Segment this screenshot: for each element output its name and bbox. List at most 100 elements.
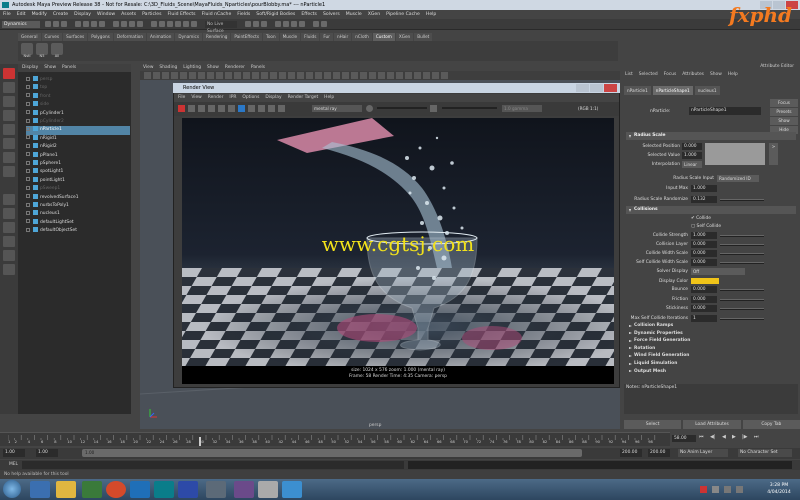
status-tool-20-icon[interactable]	[261, 21, 267, 27]
move-tool-icon[interactable]	[3, 110, 15, 121]
load-attributes-button[interactable]: Load Attributes	[683, 420, 741, 429]
taskbar-app-8-icon[interactable]	[206, 481, 226, 498]
viewport-tool-9-icon[interactable]	[216, 72, 223, 79]
hypershade-layout-icon[interactable]	[3, 250, 15, 261]
render-menu-render[interactable]: Render	[208, 94, 224, 102]
character-set-dropdown[interactable]: No Character Set	[738, 449, 792, 457]
status-tool-6-icon[interactable]	[91, 21, 97, 27]
status-tool-8-icon[interactable]	[113, 21, 119, 27]
viewport-tool-4-icon[interactable]	[171, 72, 178, 79]
step-back-icon[interactable]: ◀|	[710, 434, 716, 440]
render-minimize-button[interactable]	[576, 84, 589, 92]
attr-tab-nucleus1[interactable]: nucleus1	[694, 86, 720, 95]
render-close-button[interactable]	[604, 84, 617, 92]
outliner-item[interactable]: nRigid1	[26, 134, 130, 144]
status-tool-26-icon[interactable]	[321, 21, 327, 27]
viewport-tool-11-icon[interactable]	[234, 72, 241, 79]
alpha-channel-icon[interactable]	[238, 105, 245, 112]
playback-end-field[interactable]: 200.00	[620, 449, 642, 457]
menu-set-selector[interactable]: Dynamics	[2, 21, 40, 28]
attr-tab-nparticle1[interactable]: nParticle1	[624, 86, 651, 95]
viewport-tool-27-icon[interactable]	[378, 72, 385, 79]
step-forward-icon[interactable]: |▶	[742, 434, 748, 440]
collision-attr-slider[interactable]	[720, 235, 764, 237]
media-taskbar-icon[interactable]	[82, 481, 102, 498]
go-to-start-icon[interactable]: ⏮	[699, 434, 704, 440]
shelf-tab-dynamics[interactable]: Dynamics	[175, 33, 203, 41]
radius-scale-randomize-field[interactable]: 0.132	[691, 196, 717, 203]
viewport-tool-34-icon[interactable]	[441, 72, 448, 79]
selected-value-field[interactable]: 1.000	[682, 152, 702, 159]
solver-display-dropdown[interactable]: Off	[691, 268, 745, 275]
outliner-menu-display[interactable]: Display	[22, 64, 38, 72]
shelf-tab-muscle[interactable]: Muscle	[279, 33, 301, 41]
shelf-tab-animation[interactable]: Animation	[147, 33, 175, 41]
volume-icon[interactable]	[736, 486, 743, 493]
collision-attr-field[interactable]: 0.000	[691, 259, 717, 266]
expand-toggle-icon[interactable]	[26, 177, 30, 182]
viewport-tool-19-icon[interactable]	[306, 72, 313, 79]
outliner-item[interactable]: pointLight1	[26, 176, 130, 186]
status-tool-22-icon[interactable]	[283, 21, 289, 27]
shelf-tab-bullet[interactable]: Bullet	[414, 33, 433, 41]
photoshop-taskbar-icon[interactable]	[178, 481, 198, 498]
tray-arrow-icon[interactable]	[712, 486, 719, 493]
four-pane-layout-icon[interactable]	[3, 208, 15, 219]
display-color-swatch[interactable]	[691, 278, 719, 284]
attr-menu-help[interactable]: Help	[728, 71, 738, 79]
menu-edit[interactable]: Edit	[17, 10, 26, 19]
play-forward-icon[interactable]: ▶	[732, 434, 736, 440]
radius-scale-ramp[interactable]	[705, 143, 765, 165]
show-button[interactable]: Show	[770, 117, 798, 125]
shelf-tab-xgen[interactable]: XGen	[395, 33, 414, 41]
viewport-tool-29-icon[interactable]	[396, 72, 403, 79]
renderer-dropdown[interactable]: mental ray	[312, 105, 362, 112]
menu-display[interactable]: Display	[74, 10, 91, 19]
expand-toggle-icon[interactable]	[26, 84, 30, 89]
menu-file[interactable]: File	[3, 10, 11, 19]
collision-attr-field[interactable]: 0.000	[691, 286, 717, 293]
menu-fields[interactable]: Fields	[237, 10, 250, 19]
end-time-field[interactable]: 200.00	[648, 449, 670, 457]
outliner-item[interactable]: defaultObjectSet	[26, 227, 130, 236]
outlook-taskbar-icon[interactable]	[130, 481, 150, 498]
select-tool-icon[interactable]	[3, 68, 15, 79]
menu-solvers[interactable]: Solvers	[323, 10, 340, 19]
paint-select-tool-icon[interactable]	[3, 96, 15, 107]
menu-fluid-effects[interactable]: Fluid Effects	[167, 10, 195, 19]
taskbar-app-10-icon[interactable]	[258, 481, 278, 498]
collision-attr-slider[interactable]	[720, 289, 764, 291]
status-tool-11-icon[interactable]	[137, 21, 143, 27]
status-tool-4-icon[interactable]	[75, 21, 81, 27]
outliner-item[interactable]: pCylinder2	[26, 118, 130, 127]
collision-attr-field[interactable]: 0.000	[691, 241, 717, 248]
viewport-menu-renderer[interactable]: Renderer	[225, 64, 245, 71]
gamma-dropdown[interactable]: 1.0 gamma	[502, 105, 542, 112]
outliner-layout-icon[interactable]	[3, 222, 15, 233]
attr-tab-nparticleshape1[interactable]: nParticleShape1	[652, 86, 693, 95]
expand-toggle-icon[interactable]	[26, 160, 30, 165]
collision-attr-field[interactable]: 0.000	[691, 305, 717, 312]
viewport-tool-1-icon[interactable]	[144, 72, 151, 79]
range-slider[interactable]: 1.00	[82, 449, 582, 457]
viewport-tool-2-icon[interactable]	[153, 72, 160, 79]
viewport-tool-23-icon[interactable]	[342, 72, 349, 79]
expand-toggle-icon[interactable]	[26, 152, 30, 157]
focus-button[interactable]: Focus	[770, 99, 798, 107]
outliner-item[interactable]: revolvedSurface1	[26, 193, 130, 203]
network-icon[interactable]	[724, 486, 731, 493]
menu-muscle[interactable]: Muscle	[346, 10, 362, 19]
viewport-tool-18-icon[interactable]	[297, 72, 304, 79]
status-tool-24-icon[interactable]	[299, 21, 305, 27]
viewport-tool-10-icon[interactable]	[225, 72, 232, 79]
render-menu-options[interactable]: Options	[242, 94, 259, 102]
menu-pipeline-cache[interactable]: Pipeline Cache	[386, 10, 420, 19]
render-maximize-button[interactable]	[590, 84, 603, 92]
expand-toggle-icon[interactable]	[26, 185, 30, 190]
collision-attr-slider[interactable]	[720, 317, 764, 320]
keep-image-icon[interactable]	[258, 105, 265, 112]
radius-scale-input-dropdown[interactable]: Randomized ID	[717, 175, 759, 182]
viewport-menu-view[interactable]: View	[143, 64, 153, 71]
collision-attr-slider[interactable]	[720, 262, 764, 264]
render-button-icon[interactable]	[178, 105, 185, 112]
